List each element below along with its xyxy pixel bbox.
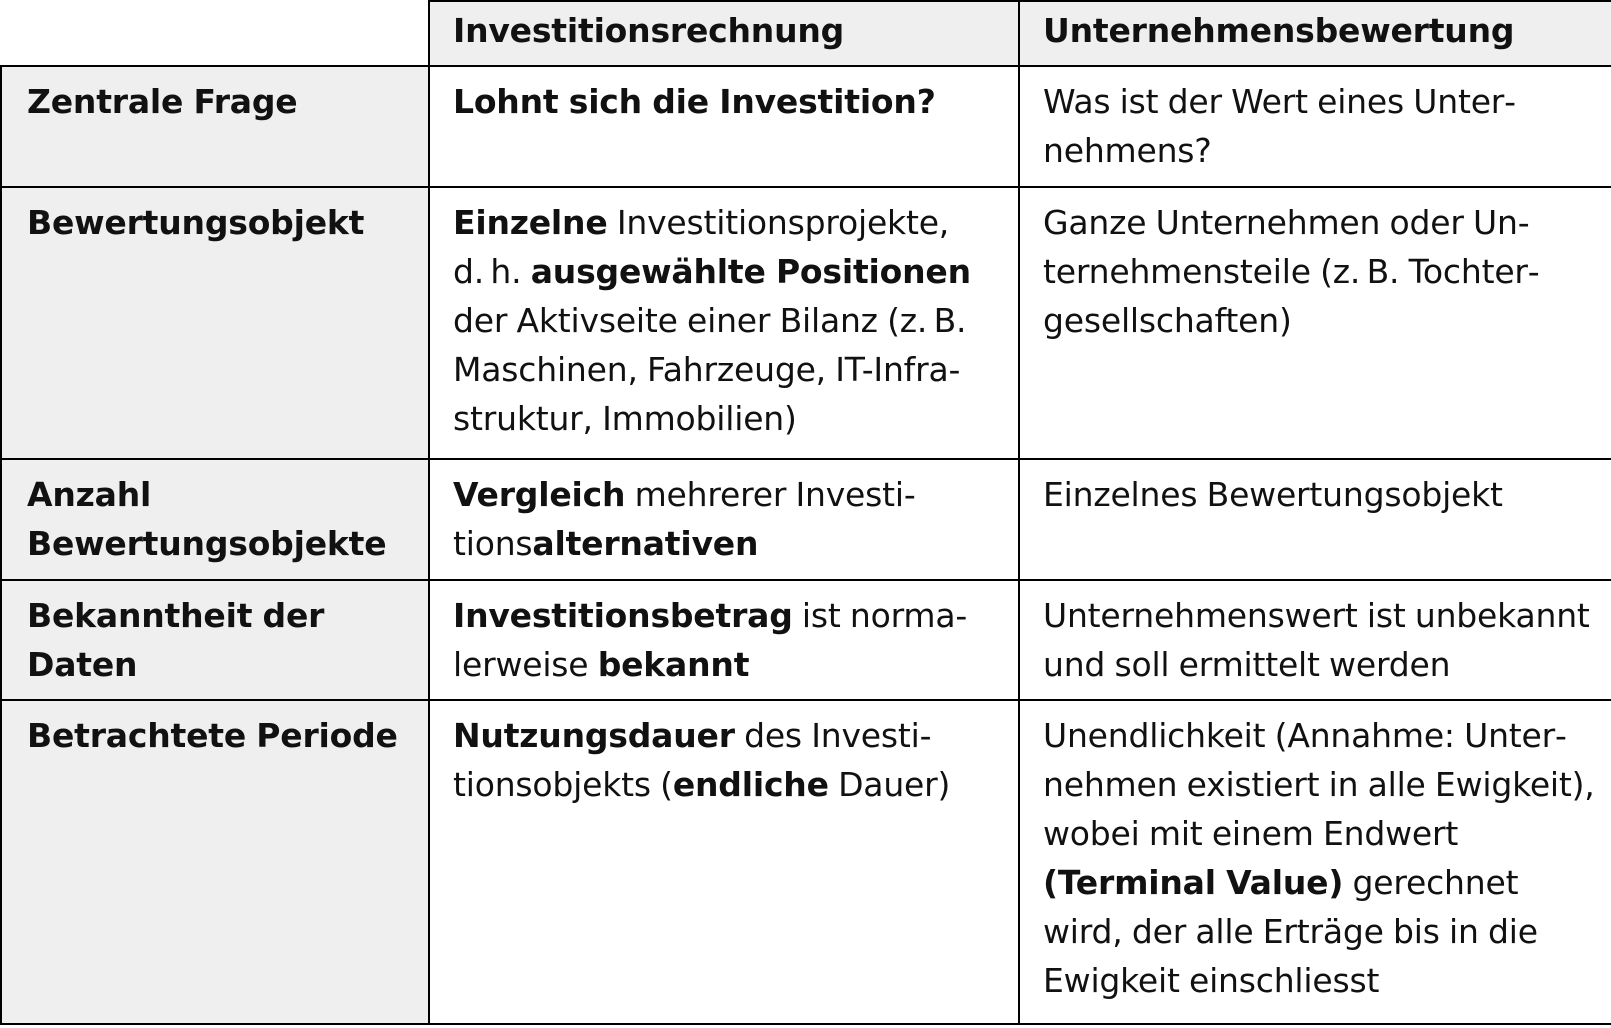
header-unternehmensbewertung: Unternehmensbewertung (1018, 0, 1611, 67)
text-segment: der Aktivseite einer Bilanz (z. B. Masch… (453, 301, 967, 438)
bold-text-segment: Nutzungsdauer (453, 716, 735, 755)
comparison-table: Investitionsrechnung Unternehmensbewertu… (0, 0, 1611, 1025)
text-segment: Ganze Unternehmen oder Un­ternehmensteil… (1043, 203, 1540, 340)
bold-text-segment: Investitionsbetrag (453, 596, 793, 635)
table-row: Betrachtete Periode Nutzungsdauer des In… (0, 699, 1611, 1025)
text-segment: Dauer) (828, 765, 951, 804)
row-label-betrachtete-periode: Betrachtete Periode (0, 699, 430, 1025)
text-segment: Was ist der Wert eines Unter­nehmens? (1043, 82, 1517, 170)
bold-text-segment: (Terminal Value) (1043, 863, 1344, 902)
cell-unternehmen: Unendlichkeit (Annahme: Unter­nehmen exi… (1018, 699, 1611, 1025)
bold-text-segment: Einzelne (453, 203, 608, 242)
cell-investition: Einzelne Investitionsprojekte, d. h. aus… (428, 186, 1020, 460)
text-segment: Unternehmenswert ist unbe­kannt und soll… (1043, 596, 1590, 684)
bold-text-segment: Vergleich (453, 475, 626, 514)
table-body: Zentrale Frage Lohnt sich die Investitio… (0, 65, 1611, 1025)
row-label-zentrale-frage: Zentrale Frage (0, 65, 430, 188)
cell-unternehmen: Einzelnes Bewertungsobjekt (1018, 458, 1611, 581)
cell-investition: Investitionsbetrag ist norma­lerweise be… (428, 579, 1020, 701)
table-header-row: Investitionsrechnung Unternehmensbewertu… (1, 0, 1611, 67)
header-investitionsrechnung: Investitionsrechnung (428, 0, 1020, 67)
table-row: Zentrale Frage Lohnt sich die Investitio… (0, 65, 1611, 188)
cell-unternehmen: Ganze Unternehmen oder Un­ternehmensteil… (1018, 186, 1611, 460)
row-label-bekanntheit-der-daten: Bekanntheit der Daten (0, 579, 430, 701)
row-label-bewertungsobjekt: Bewertungsobjekt (0, 186, 430, 460)
cell-investition: Vergleich mehrerer Investi­tionsalternat… (428, 458, 1020, 581)
table-row: Bewertungsobjekt Einzelne Investitionspr… (0, 186, 1611, 460)
bold-text-segment: alternativen (532, 524, 759, 563)
text-segment: Unendlichkeit (Annahme: Unter­nehmen exi… (1043, 716, 1595, 853)
cell-unternehmen: Unternehmenswert ist unbe­kannt und soll… (1018, 579, 1611, 701)
bold-text-segment: endliche (672, 765, 829, 804)
cell-unternehmen: Was ist der Wert eines Unter­nehmens? (1018, 65, 1611, 188)
table-row: Bekanntheit der Daten Investitionsbetrag… (0, 579, 1611, 701)
header-corner-cell (1, 1, 430, 67)
cell-investition: Nutzungsdauer des Investi­tionsobjekts (… (428, 699, 1020, 1025)
bold-text-segment: ausgewählte Positionen (530, 252, 971, 291)
bold-text-segment: bekannt (597, 645, 750, 684)
bold-text-segment: Lohnt sich die Investition? (453, 82, 936, 121)
text-segment: Einzelnes Bewertungsobjekt (1043, 475, 1503, 514)
row-label-anzahl-bewertungsobjekte: Anzahl Bewertungsobjekte (0, 458, 430, 581)
cell-investition: Lohnt sich die Investition? (428, 65, 1020, 188)
table-row: Anzahl Bewertungsobjekte Vergleich mehre… (0, 458, 1611, 581)
